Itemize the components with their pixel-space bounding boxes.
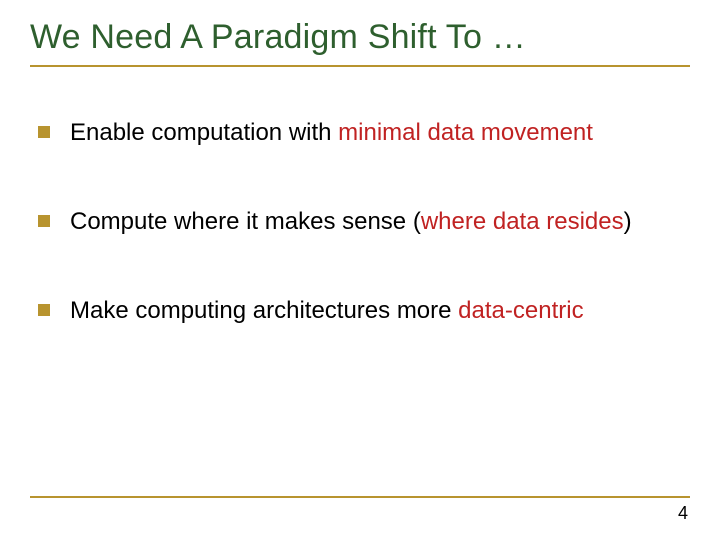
slide: We Need A Paradigm Shift To … Enable com… — [0, 0, 720, 540]
bullet-text-pre: Make computing architectures more — [70, 297, 458, 324]
bullet-text-highlight: where data resides — [421, 208, 624, 235]
square-bullet-icon — [38, 126, 50, 138]
bullet-text-highlight: minimal data movement — [338, 119, 593, 146]
footer-divider — [30, 496, 690, 498]
bullet-text-pre: Enable computation with — [70, 119, 338, 146]
title-divider — [30, 65, 690, 67]
slide-body: Enable computation with minimal data mov… — [30, 117, 690, 327]
square-bullet-icon — [38, 304, 50, 316]
bullet-text: Make computing architectures more data-c… — [70, 295, 690, 326]
bullet-item: Compute where it makes sense (where data… — [38, 206, 690, 237]
bullet-item: Make computing architectures more data-c… — [38, 295, 690, 326]
bullet-item: Enable computation with minimal data mov… — [38, 117, 690, 148]
bullet-text-post: ) — [624, 208, 632, 235]
bullet-text-highlight: data-centric — [458, 297, 583, 324]
bullet-text-pre: Compute where it makes sense ( — [70, 208, 421, 235]
page-number: 4 — [678, 503, 688, 524]
bullet-text: Enable computation with minimal data mov… — [70, 117, 690, 148]
slide-title: We Need A Paradigm Shift To … — [30, 18, 690, 57]
square-bullet-icon — [38, 215, 50, 227]
bullet-text: Compute where it makes sense (where data… — [70, 206, 690, 237]
